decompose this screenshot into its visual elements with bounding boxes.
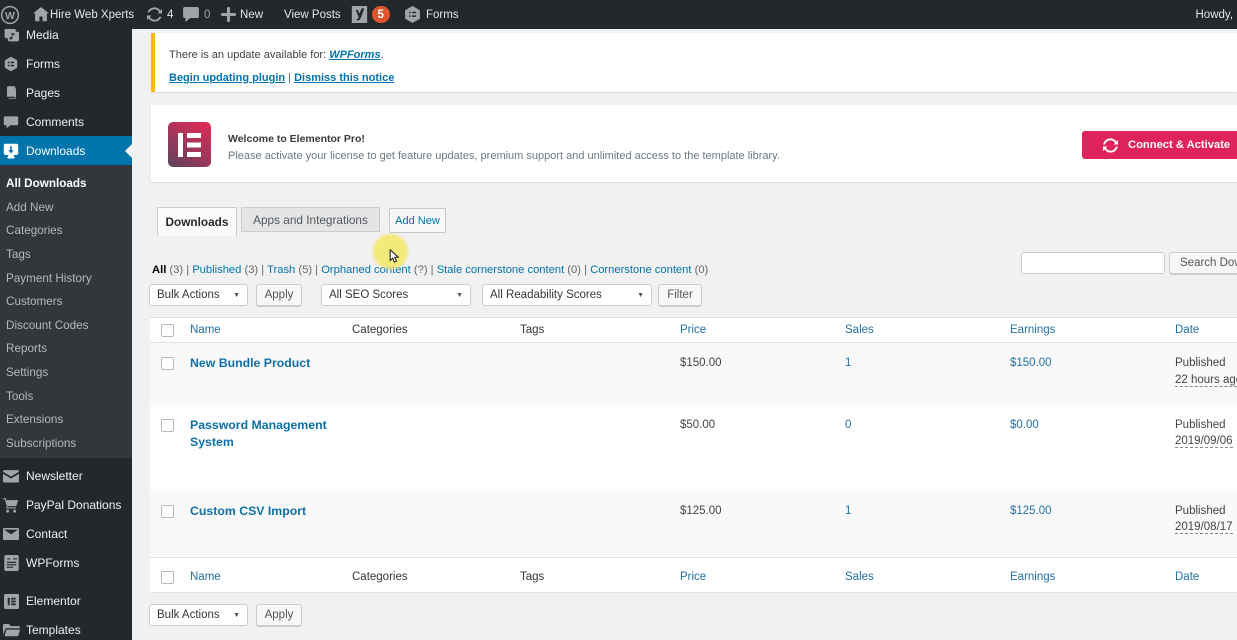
svg-text:W: W xyxy=(5,9,15,21)
